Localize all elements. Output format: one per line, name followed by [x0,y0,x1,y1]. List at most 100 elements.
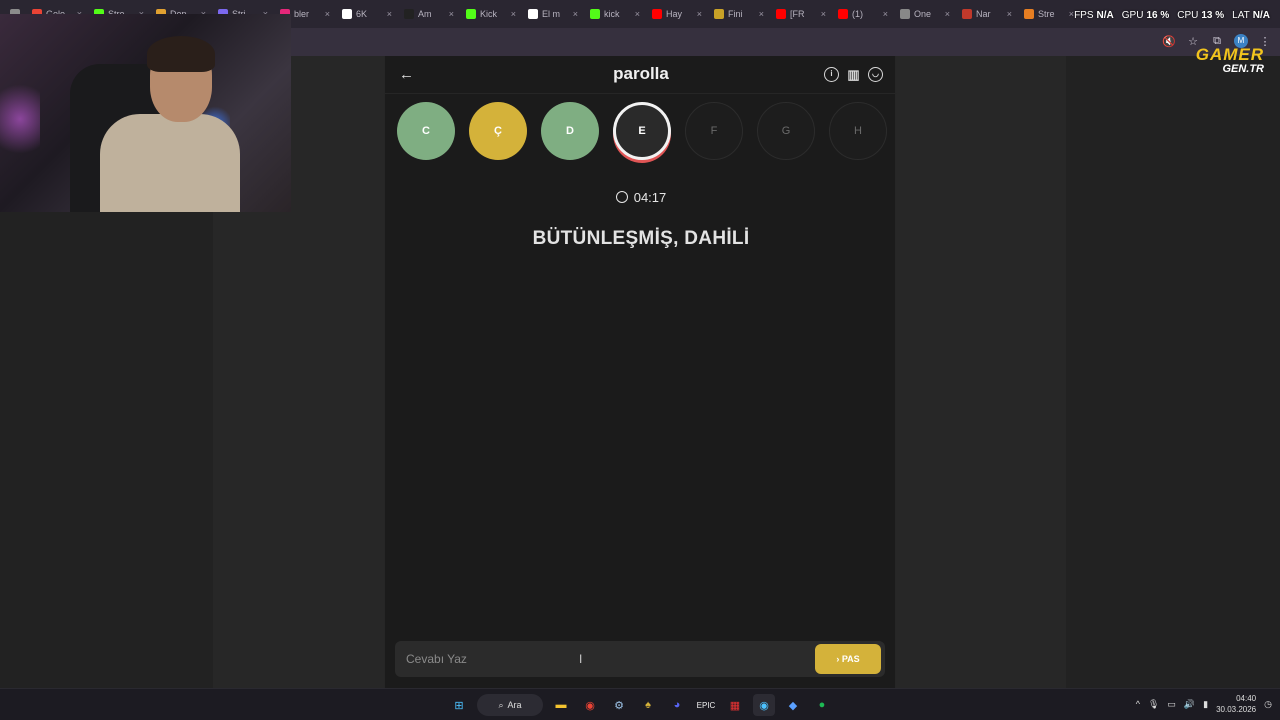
network-icon[interactable]: ▭ [1167,699,1176,710]
tab-close-icon[interactable]: × [387,9,392,19]
discord-icon[interactable]: ◕ [666,694,688,716]
steam-icon[interactable]: ⚙ [608,694,630,716]
tab-title: One [914,9,932,19]
tab-close-icon[interactable]: × [325,9,330,19]
tab-favicon-icon [714,9,724,19]
notification-icon[interactable]: ◷ [1264,699,1272,710]
letter-circle-future: F [685,102,743,160]
spotify-icon[interactable]: ● [811,694,833,716]
tab-favicon-icon [838,9,848,19]
tab-favicon-icon [342,9,352,19]
red-app-icon[interactable]: ▦ [724,694,746,716]
pass-button[interactable]: › PAS [815,644,881,674]
battery-icon[interactable]: ▮ [1203,699,1208,710]
tab-close-icon[interactable]: × [573,9,578,19]
stats-chart-icon[interactable]: ▥ [846,67,861,82]
clue-text: BÜTÜNLEŞMİŞ, DAHİLİ [532,228,750,249]
mute-icon[interactable]: 🔇 [1162,35,1176,48]
letter-circle-current: E [613,102,671,160]
streamer-body [100,114,240,212]
file-explorer-icon[interactable]: ▬ [550,694,572,716]
info-icon[interactable]: i [824,67,839,82]
letter-circle-green: D [541,102,599,160]
browser-tab[interactable]: 6K × [336,2,398,26]
tab-close-icon[interactable]: × [759,9,764,19]
tab-title: bler [294,9,310,19]
tab-favicon-icon [466,9,476,19]
fps-value: N/A [1096,10,1114,21]
chrome-icon[interactable]: ◉ [579,694,601,716]
browser-tab[interactable]: El m × [522,2,584,26]
letter-circle-green: C [397,102,455,160]
webcam-overlay [0,14,291,212]
tab-close-icon[interactable]: × [883,9,888,19]
windows-start-icon[interactable]: ⊞ [448,694,470,716]
lat-value: N/A [1252,10,1270,21]
tab-favicon-icon [652,9,662,19]
browser-tab[interactable]: Stre× [1018,2,1080,26]
browser-tab[interactable]: Fini × [708,2,770,26]
tab-close-icon[interactable]: × [511,9,516,19]
browser-tab[interactable]: Nar × [956,2,1018,26]
volume-icon[interactable]: 🔊 [1184,699,1195,710]
search-icon: ⌕ [498,699,504,710]
tab-close-icon[interactable]: × [821,9,826,19]
answer-input[interactable] [395,641,805,677]
game-app-icon[interactable]: ♠ [637,694,659,716]
tab-favicon-icon [1024,9,1034,19]
microphone-icon[interactable]: 🎙 [1148,699,1159,710]
letter-circle-future: G [757,102,815,160]
logo-line-1: GAMER [1195,45,1264,64]
fps-label: FPS [1074,10,1094,21]
browser-tab[interactable]: (1) × [832,2,894,26]
parolla-game-panel: ← parolla i ▥ ◡ CÇDEFGH 04:17 BÜTÜNLEŞMİ… [384,56,897,688]
tab-favicon-icon [900,9,910,19]
right-background [1066,56,1280,688]
browser-tab[interactable]: One × [894,2,956,26]
header-icons: i ▥ ◡ [824,67,883,82]
tab-title: Am [418,9,432,19]
gpu-value: 16 % [1146,10,1170,21]
taskbar-search[interactable]: ⌕ Ara [477,694,543,716]
tab-favicon-icon [590,9,600,19]
tab-title: Stre [1038,9,1055,19]
browser-tab[interactable]: [FR × [770,2,832,26]
taskbar-apps: ⊞ ⌕ Ara ▬ ◉ ⚙ ♠ ◕ EPIC ▦ ◉ ◆ ● [448,694,833,716]
streamer-hair [147,36,215,72]
tab-title: El m [542,9,560,19]
chrome-active-icon[interactable]: ◉ [753,694,775,716]
tab-close-icon[interactable]: × [635,9,640,19]
browser-tab[interactable]: Hay × [646,2,708,26]
browser-tab[interactable]: Am × [398,2,460,26]
system-tray: ^ 🎙 ▭ 🔊 ▮ 04:40 30.03.2026 ◷ [1136,693,1272,715]
page-gutter-right [896,56,1066,688]
browser-tab[interactable]: Kick × [460,2,522,26]
tab-close-icon[interactable]: × [449,9,454,19]
letter-circle-future: H [829,102,887,160]
user-profile-icon[interactable]: ◡ [868,67,883,82]
search-label: Ara [507,700,522,710]
clock-date: 30.03.2026 [1216,705,1257,714]
tab-title: Kick [480,9,498,19]
tab-title: kick [604,9,620,19]
tab-close-icon[interactable]: × [1007,9,1012,19]
letter-circle-yellow: Ç [469,102,527,160]
text-cursor-icon: I [579,652,583,666]
epic-games-icon[interactable]: EPIC [695,694,717,716]
tab-favicon-icon [528,9,538,19]
purple-light [0,74,40,164]
tab-close-icon[interactable]: × [697,9,702,19]
clock-icon [615,191,628,203]
tab-close-icon[interactable]: × [945,9,950,19]
lat-label: LAT [1232,10,1250,21]
game-title: parolla [613,64,669,83]
clock[interactable]: 04:40 30.03.2026 [1216,693,1256,715]
tray-expand-icon[interactable]: ^ [1136,699,1140,709]
tab-title: Hay [666,9,683,19]
tab-favicon-icon [404,9,414,19]
gamergen-logo: GAMER GEN.TR [1195,45,1264,76]
answer-bar: I › PAS [395,641,885,677]
browser-tab[interactable]: kick × [584,2,646,26]
clock-time: 04:40 [1236,694,1257,703]
blue-app-icon[interactable]: ◆ [782,694,804,716]
